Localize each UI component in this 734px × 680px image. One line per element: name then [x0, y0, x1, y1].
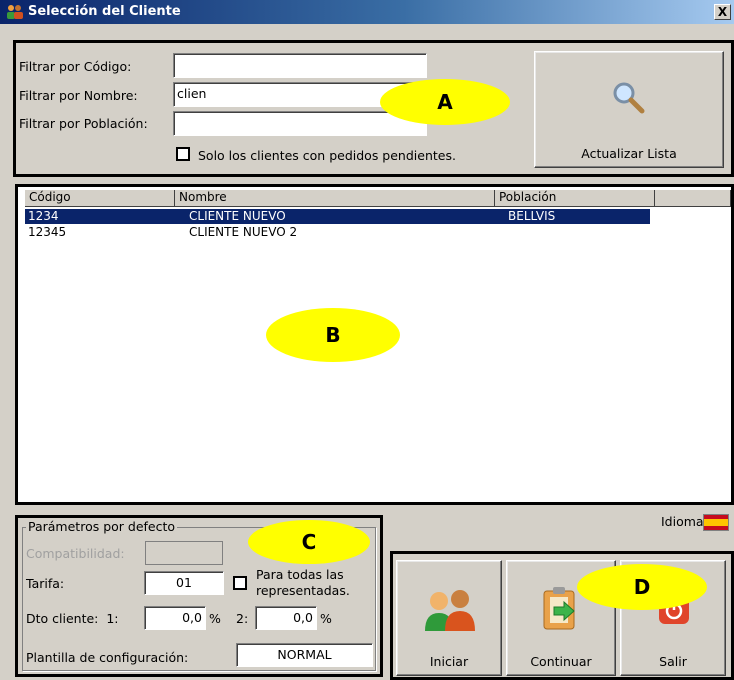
- users-icon: [7, 5, 23, 19]
- compat-label: Compatibilidad:: [26, 546, 125, 561]
- dto2-label: 2:: [236, 611, 249, 626]
- all-reps-label-1: Para todas las: [256, 567, 344, 582]
- row-code: 12345: [28, 225, 67, 239]
- pending-orders-label: Solo los clientes con pedidos pendientes…: [198, 148, 456, 163]
- refresh-list-button[interactable]: Actualizar Lista: [534, 51, 724, 168]
- filter-code-label: Filtrar por Código:: [19, 59, 132, 74]
- tarifa-label: Tarifa:: [26, 576, 65, 591]
- callout-b: B: [266, 308, 400, 362]
- pending-orders-checkbox[interactable]: [176, 147, 190, 161]
- all-reps-label-2: representadas.: [256, 583, 350, 598]
- callout-c: C: [248, 520, 370, 564]
- row-name: CLIENTE NUEVO: [189, 209, 286, 223]
- language-label: Idioma:: [661, 514, 708, 529]
- magnifier-icon: [613, 82, 645, 114]
- table-row[interactable]: 12345 CLIENTE NUEVO 2: [25, 225, 650, 240]
- callout-a: A: [380, 79, 510, 125]
- spain-flag-icon[interactable]: [703, 514, 729, 531]
- filter-name-label: Filtrar por Nombre:: [19, 88, 138, 103]
- all-reps-checkbox[interactable]: [233, 576, 247, 590]
- title-bar: Selección del Cliente X: [0, 0, 734, 24]
- users-icon: [425, 590, 475, 631]
- exit-label: Salir: [659, 654, 687, 669]
- column-header-town[interactable]: Población: [495, 190, 655, 207]
- start-label: Iniciar: [429, 654, 469, 669]
- column-header-name[interactable]: Nombre: [175, 190, 495, 207]
- dto-label: Dto cliente: 1:: [26, 611, 119, 626]
- dto2-percent: %: [320, 611, 332, 626]
- tarifa-input[interactable]: 01: [144, 571, 224, 595]
- dto1-percent: %: [209, 611, 221, 626]
- compat-field: [145, 541, 223, 565]
- dto2-input[interactable]: 0,0: [255, 606, 317, 630]
- column-header-spare: [655, 190, 731, 207]
- template-label: Plantilla de configuración:: [26, 650, 189, 665]
- start-button[interactable]: Iniciar: [396, 560, 502, 676]
- column-header-code[interactable]: Código: [25, 190, 175, 207]
- filter-town-label: Filtrar por Población:: [19, 116, 148, 131]
- row-name: CLIENTE NUEVO 2: [189, 225, 298, 239]
- close-button[interactable]: X: [714, 4, 731, 20]
- dto1-input[interactable]: 0,0: [144, 606, 206, 630]
- row-town: BELLVIS: [508, 209, 556, 223]
- window-title: Selección del Cliente: [28, 4, 181, 19]
- template-input[interactable]: NORMAL: [236, 643, 373, 667]
- row-code: 1234: [28, 209, 59, 223]
- callout-d: D: [577, 564, 707, 610]
- clipboard-arrow-icon: [543, 587, 575, 630]
- filter-code-input[interactable]: [173, 53, 427, 78]
- filter-town-input[interactable]: [173, 111, 427, 136]
- defaults-group-title: Parámetros por defecto: [26, 519, 178, 534]
- continue-label: Continuar: [530, 654, 592, 669]
- refresh-list-label: Actualizar Lista: [581, 146, 677, 161]
- table-row[interactable]: 1234 CLIENTE NUEVO BELLVIS: [25, 209, 650, 224]
